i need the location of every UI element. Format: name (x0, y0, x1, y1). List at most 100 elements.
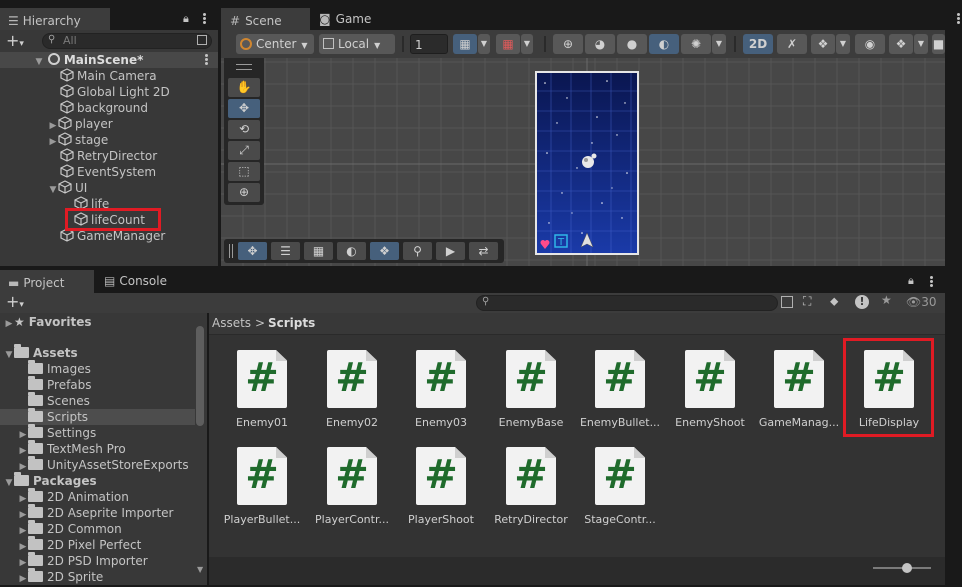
rotate-tool-button[interactable]: ⟲ (228, 120, 260, 139)
shaded-wireframe-button[interactable]: ◕ (585, 34, 615, 54)
script-asset[interactable]: # PlayerBullet... (219, 447, 305, 526)
scale-tool-button[interactable]: ⤢ (228, 141, 260, 160)
scene-viewport[interactable]: T (221, 58, 945, 266)
script-asset[interactable]: # EnemyBullet... (577, 350, 663, 429)
tree-packages[interactable]: ▼ Packages (4, 472, 97, 489)
script-asset[interactable]: # Enemy02 (309, 350, 395, 429)
lock-icon[interactable]: 🔒︎ (908, 274, 914, 288)
shuffle-overlay-button[interactable]: ⇄ (469, 242, 498, 260)
hierarchy-item[interactable]: Global Light 2D (60, 84, 170, 100)
tree-folder[interactable]: ▶ Settings (18, 424, 96, 441)
tree-package[interactable]: ▶ 2D Pixel Perfect (18, 536, 141, 553)
filter-by-label-icon[interactable]: ⬥ (830, 294, 838, 309)
snap-options-dropdown[interactable]: ▼ (521, 34, 533, 54)
tab-hierarchy[interactable]: ☰ Hierarchy (0, 8, 110, 30)
zoom-slider-thumb[interactable] (902, 563, 912, 573)
hierarchy-item[interactable]: ▼ UI (48, 180, 87, 196)
shading-overlay-button[interactable]: ◐ (337, 242, 366, 260)
tree-folder[interactable]: Images (18, 360, 91, 377)
sliders-overlay-button[interactable]: ☰ (271, 242, 300, 260)
layers-dropdown[interactable]: ▼ (914, 34, 928, 54)
expand-arrow-icon[interactable]: ▼ (34, 54, 44, 70)
scene-more-options-icon[interactable] (957, 13, 960, 25)
scene-more-icon[interactable] (205, 54, 208, 66)
add-object-button[interactable]: +▾ (6, 33, 24, 52)
hierarchy-item[interactable]: RetryDirector (60, 148, 157, 164)
overlay-drag-handle[interactable] (229, 244, 233, 258)
warning-icon[interactable]: ! (855, 295, 869, 309)
project-more-options-icon[interactable] (930, 276, 933, 288)
palette-drag-handle[interactable] (236, 64, 252, 70)
search-filter-icon[interactable] (197, 35, 207, 45)
collapse-arrow-icon[interactable]: ▼ (48, 182, 58, 198)
camera-settings-button[interactable]: ■ (932, 34, 945, 54)
tree-favorites[interactable]: ▶ ★ Favorites (4, 314, 92, 332)
effects-button[interactable]: ❖ (811, 34, 835, 54)
project-search-input[interactable]: ⚲ (476, 295, 778, 311)
hand-tool-button[interactable]: ✋ (228, 78, 260, 97)
space-local-dropdown[interactable]: Local ▼ (319, 34, 395, 54)
lock-icon[interactable]: 🔒︎ (183, 12, 189, 26)
search-overlay-button[interactable]: ⚲ (403, 242, 432, 260)
tree-folder[interactable]: ▶ TextMesh Pro (18, 440, 126, 457)
scroll-down-arrow-icon[interactable]: ▼ (197, 565, 203, 574)
search-filter-icon[interactable] (781, 296, 793, 308)
lighting-toggle-button[interactable]: ✗ (777, 34, 807, 54)
hidden-packages-counter[interactable]: 👁︎30 (906, 295, 937, 309)
transform-tool-button[interactable]: ⊕ (228, 183, 260, 202)
grid-options-dropdown[interactable]: ▼ (478, 34, 490, 54)
mode-2d-button[interactable]: 2D (743, 34, 773, 54)
hierarchy-item[interactable]: EventSystem (60, 164, 156, 180)
layers-button[interactable]: ❖ (889, 34, 913, 54)
grid-overlay-button[interactable]: ▦ (304, 242, 333, 260)
tab-project[interactable]: ▬ Project (0, 270, 94, 293)
debug-draw-button[interactable]: ✺ (681, 34, 711, 54)
project-tree-scrollbar[interactable] (196, 326, 204, 426)
script-asset[interactable]: # EnemyShoot (667, 350, 753, 429)
game-camera-frame[interactable]: T (535, 71, 639, 255)
tree-folder[interactable]: Scripts (18, 408, 88, 425)
hierarchy-item[interactable]: ▶ stage (48, 132, 108, 148)
tree-folder[interactable]: ▶ UnityAssetStoreExports (18, 456, 189, 473)
scene-root[interactable]: ▼ MainScene* (34, 52, 143, 68)
rect-tool-button[interactable]: ⬚ (228, 162, 260, 181)
wireframe-shading-button[interactable]: ⊕ (553, 34, 583, 54)
shaded-button[interactable]: ● (617, 34, 647, 54)
script-asset[interactable]: # StageContr... (577, 447, 663, 526)
tree-package[interactable]: ▶ 2D Sprite (18, 568, 103, 585)
script-asset[interactable]: # Enemy03 (398, 350, 484, 429)
tree-package[interactable]: ▶ 2D PSD Importer (18, 552, 148, 569)
camera-overlay-button[interactable]: ▶ (436, 242, 465, 260)
tree-package[interactable]: ▶ 2D Common (18, 520, 122, 537)
script-asset[interactable]: # PlayerShoot (398, 447, 484, 526)
debug-draw-dropdown[interactable]: ▼ (712, 34, 726, 54)
hierarchy-item[interactable]: Main Camera (60, 68, 157, 84)
move-overlay-button[interactable]: ✥ (238, 242, 267, 260)
hierarchy-search-input[interactable]: ⚲ All (42, 33, 212, 49)
tree-folder[interactable]: Prefabs (18, 376, 92, 393)
tab-scene[interactable]: # Scene (221, 8, 310, 30)
expand-arrow-icon[interactable]: ▶ (48, 134, 58, 150)
move-tool-button[interactable]: ✥ (228, 99, 260, 118)
script-asset[interactable]: # GameManag... (756, 350, 842, 429)
layers-overlay-button[interactable]: ❖ (370, 242, 399, 260)
star-favorites-icon[interactable]: ★ (881, 293, 892, 307)
pivot-center-dropdown[interactable]: Center ▼ (236, 34, 314, 54)
tab-game[interactable]: ◙ Game (311, 8, 391, 30)
breadcrumb-scripts[interactable]: Scripts (268, 313, 315, 334)
script-asset[interactable]: # RetryDirector (488, 447, 574, 526)
tree-package[interactable]: ▶ 2D Aseprite Importer (18, 504, 173, 521)
expand-arrow-icon[interactable]: ▶ (4, 316, 14, 332)
hierarchy-item[interactable]: background (60, 100, 148, 116)
visibility-eye-button[interactable]: ◉ (855, 34, 885, 54)
hierarchy-item[interactable]: ▶ player (48, 116, 113, 132)
create-asset-button[interactable]: +▾ (6, 294, 24, 313)
tree-package[interactable]: ▶ 2D Animation (18, 488, 129, 505)
more-options-icon[interactable] (203, 13, 206, 25)
snap-button[interactable]: ▦ (496, 34, 520, 54)
filter-by-type-icon[interactable]: ⛶ (803, 294, 811, 309)
tree-assets[interactable]: ▼ Assets (4, 344, 78, 361)
grid-visibility-button[interactable]: ▦ (453, 34, 477, 54)
grid-snap-input[interactable]: 1 (410, 34, 448, 54)
unlit-button[interactable]: ◐ (649, 34, 679, 54)
